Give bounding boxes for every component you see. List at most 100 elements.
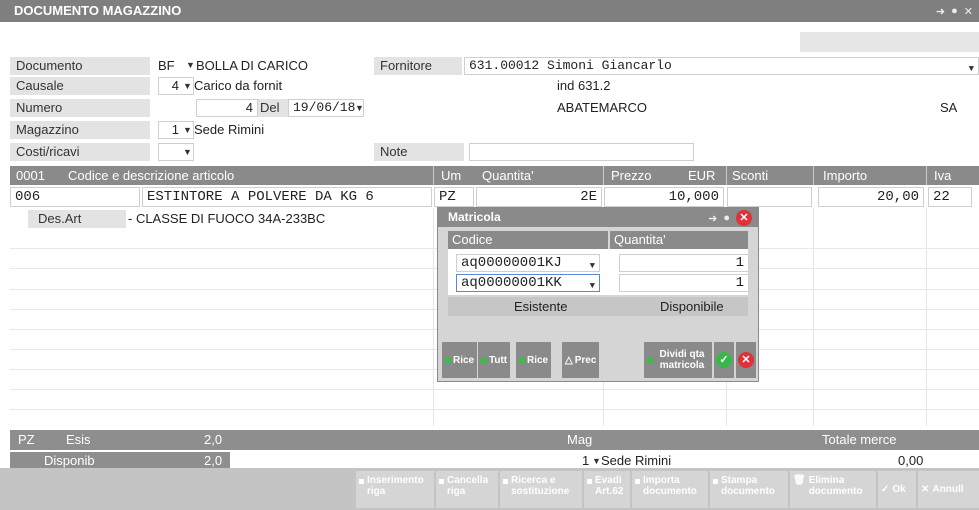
check-circle-icon: ✓ (881, 484, 890, 495)
disponibile-label: Disponibile (660, 299, 724, 314)
header-divider (813, 166, 814, 185)
footer-mag-label: Mag (567, 430, 593, 450)
footer-esis-label: Esis (66, 430, 91, 450)
check-icon: ✓ (716, 352, 732, 368)
dialog-controls: ➜ ● ✕ (708, 210, 752, 226)
elimina-documento-button[interactable]: 🗑 Elimina documento (790, 471, 876, 508)
note-label: Note (374, 143, 464, 161)
matricola-qta-1[interactable]: 1 (619, 254, 749, 272)
chevron-down-icon[interactable]: ▼ (186, 60, 195, 70)
fornitore-field[interactable]: 631.00012 Simoni Giancarlo ▼ (464, 57, 979, 75)
row-importo[interactable]: 20,00 (818, 187, 924, 207)
grid-col-line (926, 208, 927, 426)
chevron-down-icon[interactable]: ▼ (183, 81, 192, 91)
header-divider (433, 166, 434, 185)
footer-esis-value: 2,0 (204, 430, 223, 450)
grid-col-line (813, 208, 814, 426)
grid-line (10, 389, 979, 390)
grid-header-codice[interactable]: Codice e descrizione articolo (68, 166, 235, 185)
numero-field[interactable]: 4 (196, 99, 258, 117)
grid-header-sconti[interactable]: Sconti (732, 166, 769, 185)
col-codice[interactable]: Codice (448, 231, 608, 249)
grid-header-iva[interactable]: Iva (934, 166, 952, 185)
chevron-down-icon[interactable]: ▼ (183, 125, 192, 135)
grid-header-importo[interactable]: Importo (823, 166, 868, 185)
ok-button[interactable]: ✓ Ok (878, 471, 916, 508)
magazzino-label: Magazzino (10, 121, 150, 139)
minimize-icon[interactable]: ● (723, 212, 730, 224)
minimize-icon[interactable]: ● (951, 5, 958, 17)
row-codice[interactable]: 006 (10, 187, 140, 207)
costi-label: Costi/ricavi (10, 143, 150, 161)
close-icon[interactable]: ✕ (736, 210, 752, 226)
row-descrizione[interactable]: ESTINTORE A POLVERE DA KG 6 (142, 187, 432, 207)
row-iva[interactable]: 22 (928, 187, 972, 207)
confirm-button[interactable]: ✓ (714, 342, 734, 378)
green-square-icon (445, 357, 451, 363)
window-title: DOCUMENTO MAGAZZINO (0, 0, 979, 22)
causale-desc: Carico da fornit (194, 78, 283, 93)
green-square-icon (647, 357, 653, 363)
grid-header-prezzo[interactable]: Prezzo (611, 166, 652, 185)
magazzino-desc: Sede Rimini (194, 122, 265, 137)
header-divider (603, 166, 604, 185)
note-field[interactable] (469, 143, 694, 161)
matricola-qta-2[interactable]: 1 (619, 274, 749, 292)
chevron-down-icon[interactable]: ▼ (590, 258, 595, 274)
row-prezzo[interactable]: 10,000 (604, 187, 724, 207)
rice-next-button[interactable]: Rice (516, 342, 552, 378)
importa-documento-button[interactable]: Importa documento (632, 471, 708, 508)
annulla-button[interactable]: ✕ Annull (918, 471, 979, 508)
close-icon[interactable]: ✕ (964, 5, 973, 18)
ricerca-sostituzione-button[interactable]: Ricerca e sostituzione (500, 471, 582, 508)
inserimento-riga-button[interactable]: Inserimento riga (356, 471, 434, 508)
header-divider (726, 166, 727, 185)
documento-code[interactable]: BF (158, 57, 175, 75)
pin-icon[interactable]: ➜ (936, 5, 945, 18)
chevron-down-icon[interactable]: ▼ (590, 278, 595, 294)
triangle-up-icon: △ (565, 354, 573, 366)
del-date-field[interactable]: 19/06/18 (288, 99, 364, 117)
desart-label: Des.Art (28, 210, 126, 228)
tutt-button[interactable]: Tutt (478, 342, 511, 378)
cancel-button[interactable]: ✕ (736, 342, 756, 378)
pin-icon[interactable]: ➜ (708, 212, 717, 225)
chevron-down-icon[interactable]: ▼ (355, 103, 364, 113)
matricola-codice-2[interactable]: aq00000001KK ▼ (456, 274, 600, 292)
dividi-button[interactable]: Dividi qta matricola (644, 342, 712, 378)
green-square-icon (481, 357, 487, 363)
documento-label: Documento (10, 57, 150, 75)
row-um[interactable]: PZ (434, 187, 474, 207)
fornitore-label: Fornitore (374, 57, 462, 75)
header-divider (926, 166, 927, 185)
rice-button[interactable]: Rice (442, 342, 478, 378)
top-strip (800, 32, 979, 52)
matricola-dialog: Matricola ➜ ● ✕ Codice Quantita' aq00000… (437, 207, 759, 382)
chevron-down-icon[interactable]: ▼ (592, 456, 601, 466)
chevron-down-icon[interactable]: ▼ (183, 147, 192, 157)
square-icon (503, 479, 508, 484)
desart-value: - CLASSE DI FUOCO 34A-233BC (128, 211, 326, 226)
row-quantita[interactable]: 2E (476, 187, 602, 207)
square-icon (439, 479, 444, 484)
fornitore-value: 631.00012 Simoni Giancarlo (469, 58, 672, 73)
grid-header-quantita[interactable]: Quantita' (482, 166, 534, 185)
grid-header-valuta: EUR (688, 166, 722, 185)
square-icon (713, 479, 718, 484)
footer-um: PZ (18, 430, 35, 450)
stampa-documento-button[interactable]: Stampa documento (710, 471, 788, 508)
prec-button[interactable]: △ Prec (562, 342, 600, 378)
trash-icon: 🗑 (793, 475, 806, 486)
col-quantita[interactable]: Quantita' (610, 231, 748, 249)
grid-header-um[interactable]: Um (441, 166, 462, 185)
fornitore-city: ABATEMARCO (557, 100, 648, 115)
window-controls: ➜ ● ✕ (936, 0, 973, 22)
matricola-codice-1[interactable]: aq00000001KJ ▼ (456, 254, 600, 272)
cancella-riga-button[interactable]: Cancella riga (436, 471, 498, 508)
evadi-button[interactable]: Evadi Art.62 (584, 471, 630, 508)
footer-totale-label: Totale merce (822, 430, 897, 450)
row-sconti[interactable] (727, 187, 812, 207)
square-icon (587, 479, 592, 484)
chevron-down-icon[interactable]: ▼ (969, 61, 974, 77)
numero-label: Numero (10, 99, 150, 117)
